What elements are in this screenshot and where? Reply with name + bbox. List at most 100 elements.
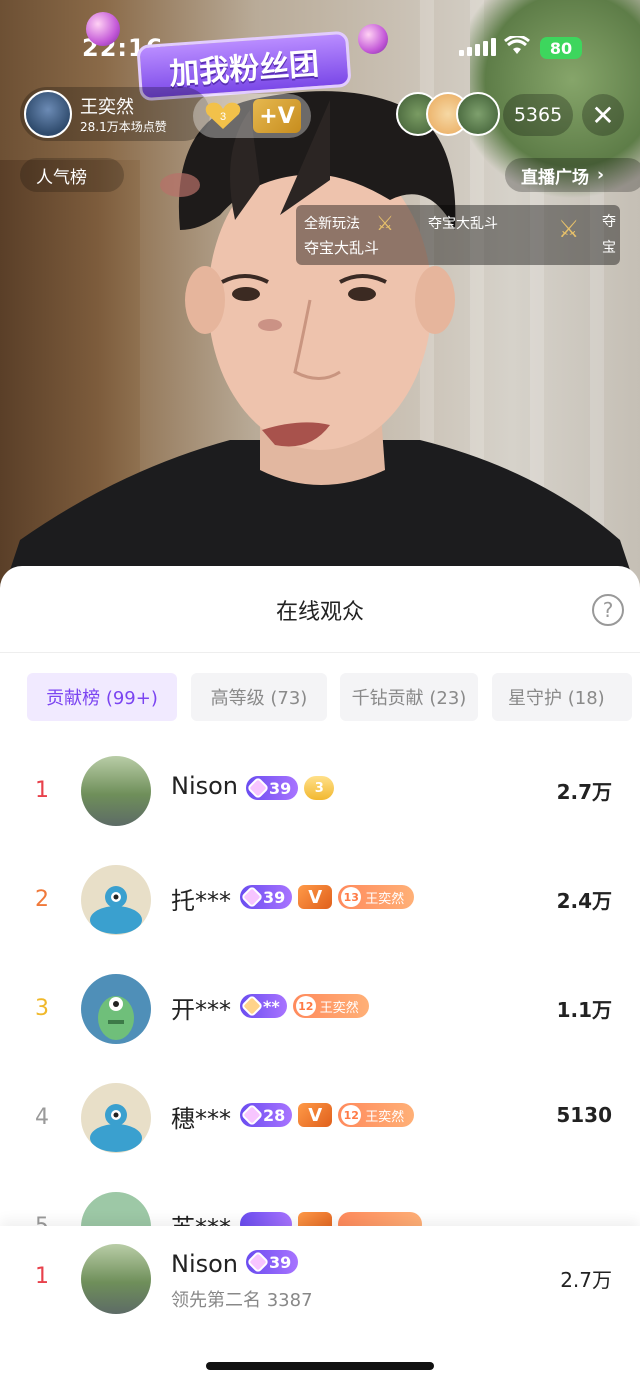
- disco-ball-icon: [358, 24, 388, 54]
- gem-icon: [240, 1103, 264, 1127]
- fan-club-badge: 13 王奕然: [338, 885, 415, 909]
- game-title-secondary: 夺宝大乱斗: [428, 216, 498, 232]
- avatar[interactable]: [81, 1192, 151, 1226]
- fan-club-name: 王奕然: [365, 891, 405, 907]
- live-plaza-button[interactable]: 直播广场 ›: [505, 158, 640, 192]
- v-badge: [298, 1212, 332, 1226]
- level-number: 39: [269, 1252, 292, 1272]
- follow-fan-button[interactable]: 3 +V: [193, 94, 311, 138]
- help-icon[interactable]: ?: [592, 594, 624, 626]
- heart-icon: 3: [205, 102, 241, 129]
- chevron-right-icon: ›: [597, 165, 605, 185]
- signal-icon: [459, 38, 496, 56]
- heart-level-badge: 3: [304, 776, 335, 800]
- disco-ball-icon: [86, 12, 120, 46]
- sheet-title: 在线观众: [275, 600, 364, 625]
- gem-icon: [240, 994, 264, 1018]
- level-badge: 39: [240, 885, 293, 909]
- user-badges: ** 12 王奕然: [240, 994, 369, 1018]
- rank-number: 2: [35, 887, 49, 912]
- contribution-value: 1.1万: [556, 998, 612, 1022]
- avatar[interactable]: [81, 865, 151, 935]
- audience-list: 1 Nison 39 3 2.7万 2 托*** 39 V 13 王奕然 2.4万: [0, 736, 640, 1226]
- list-item[interactable]: 4 穗*** 28 V 12 王奕然 5130: [0, 1063, 640, 1173]
- user-badges: 39 3: [246, 776, 335, 800]
- level-number: **: [263, 996, 280, 1016]
- viewer-avatar[interactable]: [456, 92, 500, 136]
- list-item[interactable]: 3 开*** ** 12 王奕然 1.1万: [0, 954, 640, 1064]
- my-avatar[interactable]: [81, 1244, 151, 1314]
- tab-star-guard[interactable]: 星守护 (18): [492, 673, 632, 721]
- list-item[interactable]: 5 苏***: [0, 1172, 640, 1226]
- level-badge: [240, 1212, 292, 1226]
- contribution-value: 2.7万: [556, 780, 612, 804]
- contribution-value: 5130: [556, 1103, 612, 1127]
- avatar[interactable]: [81, 974, 151, 1044]
- level-badge: **: [240, 994, 287, 1018]
- fan-club-badge: [338, 1212, 422, 1226]
- fan-club-name: 王奕然: [319, 1000, 359, 1016]
- close-icon[interactable]: ✕: [582, 94, 624, 136]
- user-badges: 39 V 13 王奕然: [240, 885, 415, 909]
- top-viewers-avatars[interactable]: [396, 92, 500, 138]
- anchor-info[interactable]: 王奕然 28.1万本场点赞: [20, 87, 210, 141]
- avatar[interactable]: [81, 1083, 151, 1153]
- my-name: Nison: [171, 1250, 239, 1278]
- contribution-value: 2.4万: [556, 889, 612, 913]
- divider: [0, 652, 640, 653]
- my-contribution-value: 2.7万: [560, 1268, 612, 1292]
- fan-level: 12: [341, 1105, 362, 1125]
- gem-icon: [246, 1250, 270, 1274]
- my-rank-number: 1: [35, 1264, 49, 1289]
- tab-thousand-diamond[interactable]: 千钻贡献 (23): [340, 673, 478, 721]
- list-item[interactable]: 1 Nison 39 3 2.7万: [0, 736, 640, 846]
- user-name: 穗***: [171, 1105, 231, 1133]
- anchor-avatar[interactable]: [24, 90, 72, 138]
- tab-high-level[interactable]: 高等级 (73): [191, 673, 327, 721]
- gem-icon: [240, 885, 264, 909]
- game-title: 夺宝大乱斗: [304, 239, 380, 257]
- audience-tabs: 贡献榜 (99+) 高等级 (73) 千钻贡献 (23) 星守护 (18): [27, 673, 640, 721]
- popularity-label: 人气榜: [36, 167, 87, 188]
- battery-indicator: 80: [540, 37, 582, 59]
- level-number: 39: [269, 778, 292, 798]
- sword-icon: ⚔: [558, 215, 580, 243]
- v-badge: V: [298, 1103, 333, 1127]
- user-name: 托***: [171, 887, 231, 915]
- level-badge: 39: [246, 776, 299, 800]
- lead-text: 领先第二名 3387: [171, 1290, 313, 1311]
- wifi-icon: [504, 36, 530, 54]
- v-badge: V: [298, 885, 333, 909]
- list-item[interactable]: 2 托*** 39 V 13 王奕然 2.4万: [0, 845, 640, 955]
- fan-club-name: 王奕然: [365, 1109, 405, 1125]
- user-name: 开***: [171, 996, 231, 1024]
- gem-icon: [246, 776, 270, 800]
- fan-level: 12: [295, 996, 316, 1016]
- user-badges: 28 V 12 王奕然: [240, 1103, 415, 1127]
- anchor-name: 王奕然: [80, 97, 134, 118]
- game-side-label: 夺宝: [602, 214, 616, 256]
- fan-level: 13: [341, 887, 362, 907]
- game-promo-banner[interactable]: 全新玩法 夺宝大乱斗 ⚔ 夺宝大乱斗 ⚔ 夺宝: [296, 205, 620, 265]
- monster-avatar-icon: [90, 886, 142, 934]
- anchor-likes: 28.1万本场点赞: [80, 120, 167, 134]
- user-name: 苏***: [171, 1208, 231, 1226]
- plus-v-badge: +V: [253, 99, 301, 133]
- svg-text:3: 3: [220, 111, 226, 123]
- avatar[interactable]: [81, 756, 151, 826]
- tab-contribution[interactable]: 贡献榜 (99+): [27, 673, 177, 721]
- online-audience-sheet: 在线观众 ? 贡献榜 (99+) 高等级 (73) 千钻贡献 (23) 星守护 …: [0, 566, 640, 1388]
- home-indicator[interactable]: [206, 1362, 434, 1370]
- user-name: Nison: [171, 772, 239, 800]
- popularity-ranking-button[interactable]: 人气榜: [20, 158, 124, 192]
- monster-avatar-icon: [98, 996, 134, 1040]
- my-badges: 39: [246, 1250, 299, 1274]
- monster-avatar-icon: [90, 1104, 142, 1152]
- my-ranking-bar[interactable]: 1 Nison 39 领先第二名 3387 2.7万: [0, 1226, 640, 1388]
- fan-club-badge: 12 王奕然: [292, 994, 369, 1018]
- fan-club-badge: 12 王奕然: [338, 1103, 415, 1127]
- plaza-label: 直播广场: [521, 167, 589, 188]
- viewer-count[interactable]: 5365: [503, 94, 573, 136]
- level-number: 28: [263, 1105, 286, 1125]
- rank-number: 1: [35, 778, 49, 803]
